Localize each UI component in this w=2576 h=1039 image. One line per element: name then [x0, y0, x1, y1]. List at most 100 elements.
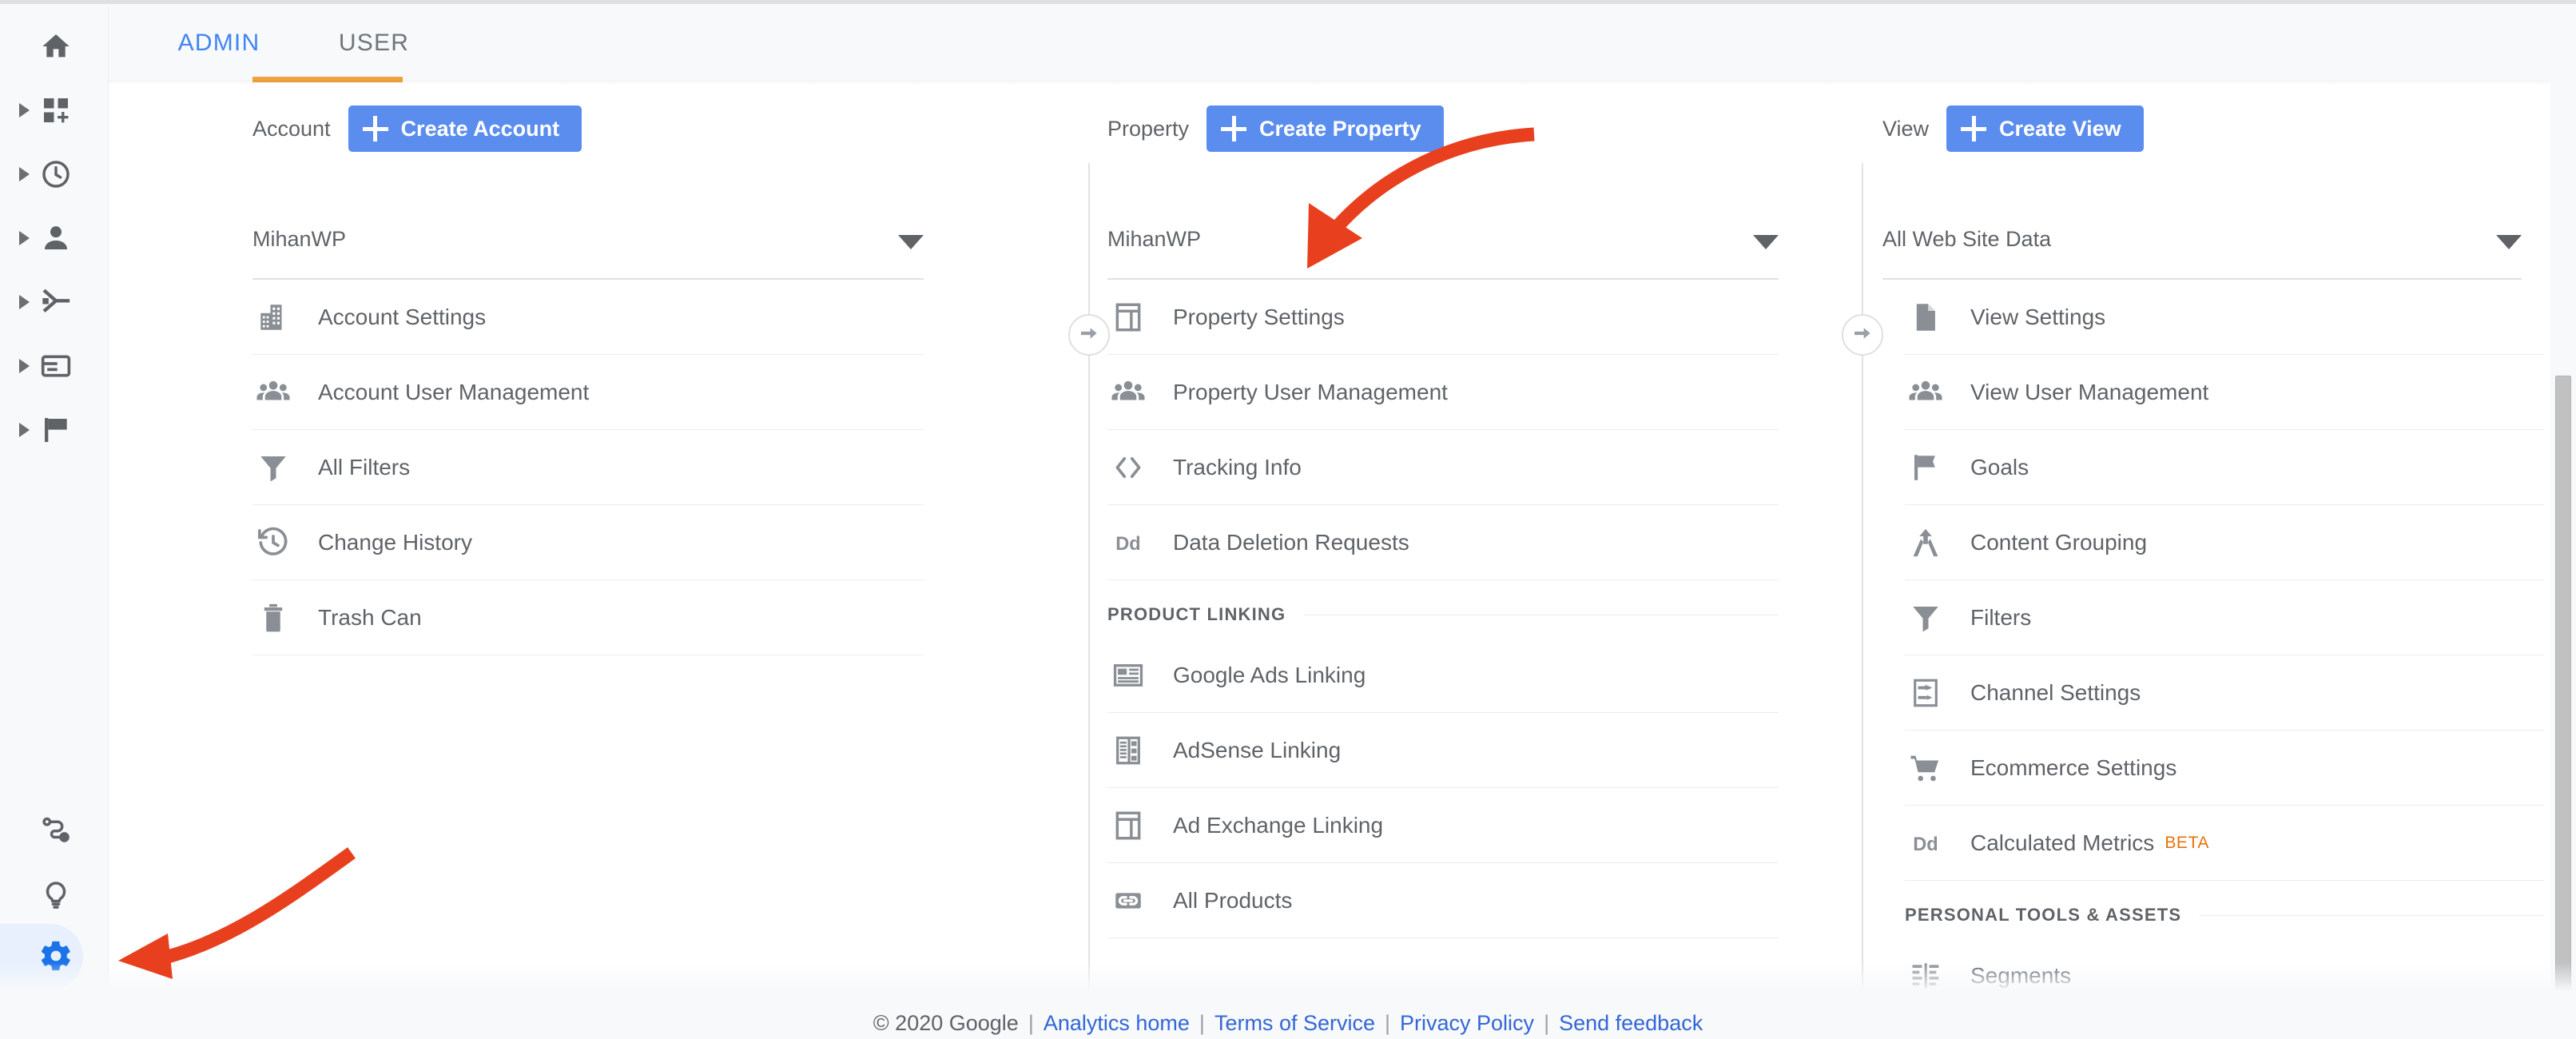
filters-label: Filters [1970, 604, 2032, 630]
data-deletion-requests-row[interactable]: Dd Data Deletion Requests [1107, 505, 1779, 580]
sidebar-item-conversions[interactable] [0, 398, 109, 462]
trash-icon [252, 597, 294, 639]
filters-row[interactable]: Filters [1905, 580, 2544, 655]
trash-can-row[interactable]: Trash Can [252, 580, 924, 655]
audience-person-icon [38, 221, 74, 256]
chevron-down-icon [898, 235, 924, 249]
all-products-row[interactable]: All Products [1107, 863, 1779, 938]
vertical-scrollbar-thumb[interactable] [2555, 376, 2571, 1015]
google-ads-linking-row[interactable]: Google Ads Linking [1107, 638, 1779, 713]
change-history-row[interactable]: Change History [252, 505, 924, 580]
all-filters-label: All Filters [318, 454, 411, 480]
dd-icon: Dd [1905, 822, 1946, 864]
account-user-management-row[interactable]: Account User Management [252, 355, 924, 430]
goals-row[interactable]: Goals [1905, 430, 2544, 505]
create-account-button[interactable]: Create Account [348, 105, 582, 152]
account-selector[interactable]: MihanWP [252, 227, 924, 280]
property-to-view-arrow-button[interactable] [1842, 314, 1883, 356]
property-column: Property Create Property MihanWP Propert… [1107, 85, 1906, 1039]
change-history-label: Change History [318, 529, 472, 555]
sidebar-item-customization[interactable] [0, 78, 109, 142]
view-selector[interactable]: All Web Site Data [1882, 227, 2522, 280]
property-selector[interactable]: MihanWP [1107, 227, 1779, 280]
people-icon [1905, 372, 1946, 413]
people-icon [1107, 372, 1149, 413]
chevron-down-icon [2496, 235, 2522, 249]
view-settings-label: View Settings [1970, 304, 2106, 329]
funnel-icon [252, 447, 294, 488]
chevron-right-icon [19, 103, 30, 117]
left-nav-rail [0, 6, 109, 1039]
create-property-button[interactable]: Create Property [1207, 105, 1444, 152]
chevron-right-icon [19, 359, 30, 373]
privacy-policy-link[interactable]: Privacy Policy [1400, 1011, 1534, 1036]
account-selected-value: MihanWP [252, 227, 347, 251]
account-to-property-arrow-button[interactable] [1068, 314, 1110, 356]
view-user-management-label: View User Management [1970, 379, 2209, 404]
adsense-linking-row[interactable]: AdSense Linking [1107, 713, 1779, 788]
chevron-right-icon [19, 423, 30, 437]
history-icon [252, 522, 294, 563]
chevron-right-icon [19, 295, 30, 309]
lightbulb-icon [38, 876, 74, 911]
analytics-home-link[interactable]: Analytics home [1044, 1011, 1190, 1036]
content-grouping-label: Content Grouping [1970, 529, 2148, 555]
view-user-management-row[interactable]: View User Management [1905, 355, 2544, 430]
ecommerce-settings-row[interactable]: Ecommerce Settings [1905, 730, 2544, 806]
people-icon [252, 372, 294, 413]
plus-icon [362, 116, 388, 141]
personal-tools-title: PERSONAL TOOLS & ASSETS [1905, 905, 2182, 925]
ad-exchange-linking-row[interactable]: Ad Exchange Linking [1107, 788, 1779, 863]
property-user-management-row[interactable]: Property User Management [1107, 355, 1779, 430]
merge-arrows-icon [1905, 522, 1946, 563]
view-column-header: View Create View [1882, 105, 2144, 152]
tab-user[interactable]: USER [307, 6, 441, 80]
view-menu: View Settings View User Management Goals… [1905, 280, 2544, 1039]
channel-settings-row[interactable]: Channel Settings [1905, 655, 2544, 730]
sidebar-item-behavior[interactable] [0, 334, 109, 398]
goals-label: Goals [1970, 454, 2029, 480]
account-column: Account Create Account MihanWP Account S… [252, 85, 1051, 1039]
funnel-icon [1905, 597, 1946, 639]
sidebar-item-home[interactable] [0, 14, 109, 78]
realtime-clock-icon [38, 157, 74, 192]
footer-separator: | [1544, 1011, 1550, 1035]
account-user-management-label: Account User Management [318, 379, 590, 404]
sidebar-item-realtime[interactable] [0, 142, 109, 206]
sidebar-item-audience[interactable] [0, 206, 109, 270]
account-settings-row[interactable]: Account Settings [252, 280, 924, 355]
acquisition-arrows-icon [38, 285, 74, 320]
terms-of-service-link[interactable]: Terms of Service [1214, 1011, 1375, 1036]
tab-bar: ADMIN USER [109, 6, 2576, 80]
google-analytics-admin-page: ADMIN USER Account Create Account MihanW… [0, 0, 2576, 1039]
admin-columns: Account Create Account MihanWP Account S… [109, 85, 2576, 1039]
cart-icon [1905, 747, 1946, 789]
link-chain-icon [1107, 880, 1149, 922]
arrow-right-icon [1077, 321, 1101, 349]
calculated-metrics-row[interactable]: Dd Calculated Metrics BETA [1905, 806, 2544, 881]
footer-separator: | [1199, 1011, 1205, 1035]
beta-badge: BETA [2165, 833, 2210, 852]
all-filters-row[interactable]: All Filters [252, 430, 924, 505]
view-settings-row[interactable]: View Settings [1905, 280, 2544, 355]
plus-icon [1961, 116, 1987, 141]
tracking-info-row[interactable]: Tracking Info [1107, 430, 1779, 505]
dd-icon: Dd [1107, 522, 1149, 563]
sidebar-item-insights[interactable] [0, 862, 109, 926]
property-settings-row[interactable]: Property Settings [1107, 280, 1779, 355]
create-view-button[interactable]: Create View [1946, 105, 2144, 152]
sidebar-item-discover[interactable] [0, 798, 109, 862]
arrow-right-icon [1851, 321, 1874, 349]
chevron-right-icon [19, 231, 30, 245]
property-settings-label: Property Settings [1173, 304, 1345, 329]
content-grouping-row[interactable]: Content Grouping [1905, 505, 2544, 580]
all-products-label: All Products [1173, 887, 1293, 913]
send-feedback-link[interactable]: Send feedback [1559, 1011, 1703, 1036]
tab-admin[interactable]: ADMIN [144, 6, 294, 80]
svg-text:Dd: Dd [1913, 834, 1938, 854]
plus-icon [1221, 116, 1247, 141]
sidebar-item-acquisition[interactable] [0, 270, 109, 334]
home-icon [38, 29, 74, 64]
behavior-window-icon [38, 348, 74, 384]
calculated-metrics-label: Calculated Metrics [1970, 830, 2155, 855]
